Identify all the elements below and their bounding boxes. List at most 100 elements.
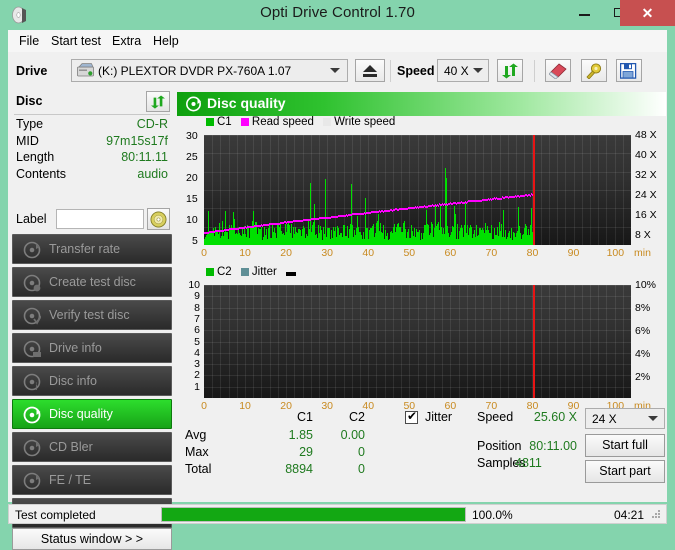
c1-xtick: 30 — [321, 247, 334, 259]
c1-xtick: 0 — [201, 247, 207, 259]
cd-icon — [150, 211, 167, 228]
c1-xtick: 90 — [567, 247, 580, 259]
status-window-button[interactable]: Status window > > — [12, 528, 172, 550]
save-button[interactable] — [616, 59, 642, 82]
toolbar-divider — [390, 60, 391, 82]
menu-item-file[interactable]: File — [14, 33, 44, 49]
c1-xtick: 40 — [362, 247, 375, 259]
disc-row-length-key: Length — [16, 150, 55, 164]
test-speed-select[interactable]: 24 X — [585, 408, 665, 429]
stats-row-total-label: Total — [185, 462, 212, 476]
jitter-checkbox-label: Jitter — [425, 410, 453, 424]
eject-button[interactable] — [355, 59, 385, 82]
c1-xtick: 70 — [485, 247, 498, 259]
minimize-icon — [579, 14, 590, 16]
menu-item-help[interactable]: Help — [148, 33, 184, 49]
start-part-button[interactable]: Start part — [585, 460, 665, 483]
disc-label-input[interactable] — [56, 209, 144, 229]
sidebar-item-label: Verify test disc — [49, 308, 130, 322]
sidebar-item-label: Transfer rate — [49, 242, 121, 256]
disc-fete-icon — [23, 472, 41, 490]
elapsed-time: 04:21 — [613, 508, 644, 522]
drive-icon — [77, 63, 94, 78]
progress-percent: 100.0% — [472, 508, 513, 522]
disc-row-type-value: CD-R — [136, 117, 168, 131]
speed-label: Speed — [397, 64, 435, 78]
disc-row-type-key: Type — [16, 117, 44, 131]
drive-select[interactable]: (K:) PLEXTOR DVDR PX-760A 1.07 — [71, 59, 348, 82]
page-title: Disc quality — [207, 95, 286, 111]
toolbar-divider-2 — [534, 60, 535, 82]
stats-row-max-c2: 0 — [358, 445, 365, 459]
sidebar-item-drive-info[interactable]: Drive info — [12, 333, 172, 363]
sidebar-item-verify-test-disc[interactable]: Verify test disc — [12, 300, 172, 330]
chevron-down-icon — [648, 416, 658, 421]
disc-transfer-icon — [23, 241, 41, 259]
sidebar-item-disc-quality[interactable]: Disc quality — [12, 399, 172, 429]
status-message: Test completed — [15, 508, 96, 522]
menu-item-start-test[interactable]: Start test — [46, 33, 106, 49]
svg-text:i: i — [35, 382, 38, 391]
bitsetting-icon — [586, 63, 602, 79]
c2-xaxis: 0 10 20 30 40 50 60 70 80 90 100 min — [176, 266, 667, 412]
menu-item-extra[interactable]: Extra — [107, 33, 146, 49]
disc-row-length-value: 80:11.11 — [121, 150, 168, 164]
status-bar: Test completed 100.0% 04:21 — [8, 504, 667, 524]
minimize-button[interactable] — [566, 0, 602, 26]
sidebar-item-cd-bler[interactable]: CD Bler — [12, 432, 172, 462]
disc-panel-title: Disc — [16, 94, 43, 108]
chevron-down-icon — [330, 68, 340, 73]
samples-stat-value: 4811 — [515, 456, 542, 470]
disc-label-key: Label — [16, 212, 47, 226]
resize-grip-icon[interactable] — [652, 510, 662, 520]
c2-jitter-chart: C2 Jitter 1 2 3 4 5 6 7 8 9 10 10% 8% 6% 4% 2% 01… — [176, 266, 667, 412]
stats-row-total-c1: 8894 — [285, 462, 313, 476]
main-panel: Disc quality C1 Read speed Write speed 3… — [176, 90, 667, 502]
c1-xtick: 10 — [239, 247, 251, 259]
save-icon — [620, 63, 637, 79]
disc-row-type: Type CD-R — [16, 117, 168, 134]
disc-quality-header: Disc quality — [177, 92, 666, 116]
progress-bar — [161, 507, 466, 522]
sidebar-item-label: Drive info — [49, 341, 102, 355]
position-stat-value: 80:11.00 — [529, 439, 577, 453]
jitter-checkbox[interactable]: ✔ — [405, 409, 418, 424]
disc-drive-icon — [23, 340, 41, 358]
c1-xtick: 20 — [280, 247, 292, 259]
disc-refresh-button[interactable] — [146, 91, 170, 112]
close-icon: ✕ — [641, 5, 654, 21]
nav-list: Transfer rate Create test disc Verify te… — [12, 234, 172, 531]
c1-xtick: 50 — [403, 247, 416, 259]
stats-row-avg-c2: 0.00 — [340, 428, 365, 442]
title-bar: Opti Drive Control 1.70 ✕ — [0, 0, 675, 30]
erase-icon — [549, 63, 567, 79]
c1-xaxis: 0 10 20 30 40 50 60 70 80 90 100 min — [176, 116, 667, 266]
sidebar-item-create-test-disc[interactable]: Create test disc — [12, 267, 172, 297]
erase-button[interactable] — [545, 59, 571, 82]
bitsetting-button[interactable] — [581, 59, 607, 82]
disc-create-icon — [23, 274, 41, 292]
sidebar-item-disc-info[interactable]: i Disc info — [12, 366, 172, 396]
refresh-icon — [151, 95, 165, 109]
drive-value: (K:) PLEXTOR DVDR PX-760A 1.07 — [98, 64, 292, 78]
speed-select[interactable]: 40 X — [437, 59, 489, 82]
disc-row-mid-key: MID — [16, 133, 39, 148]
stats-row-total-c2: 0 — [358, 462, 365, 476]
stats-row-max-label: Max — [185, 445, 209, 459]
stats-row-avg-label: Avg — [185, 428, 207, 442]
sidebar-item-label: FE / TE — [49, 473, 92, 487]
disc-label-row: Label — [16, 208, 170, 231]
disc-quality-icon — [185, 96, 202, 112]
stats-panel: C1 C2 Avg 1.85 0.00 Max 29 0 Total 8894 … — [177, 408, 666, 483]
refresh-button[interactable] — [497, 59, 523, 82]
start-full-button[interactable]: Start full — [585, 434, 665, 457]
close-button[interactable]: ✕ — [620, 0, 675, 26]
c1-xtick: 100 — [606, 247, 625, 259]
sidebar-item-label: Disc info — [49, 374, 97, 388]
sidebar-item-fe-te[interactable]: FE / TE — [12, 465, 172, 495]
disc-bler-icon — [23, 439, 41, 457]
sidebar-item-transfer-rate[interactable]: Transfer rate — [12, 234, 172, 264]
c1-xtick: 80 — [526, 247, 539, 259]
disc-label-button[interactable] — [147, 208, 170, 230]
check-icon: ✔ — [407, 409, 418, 423]
